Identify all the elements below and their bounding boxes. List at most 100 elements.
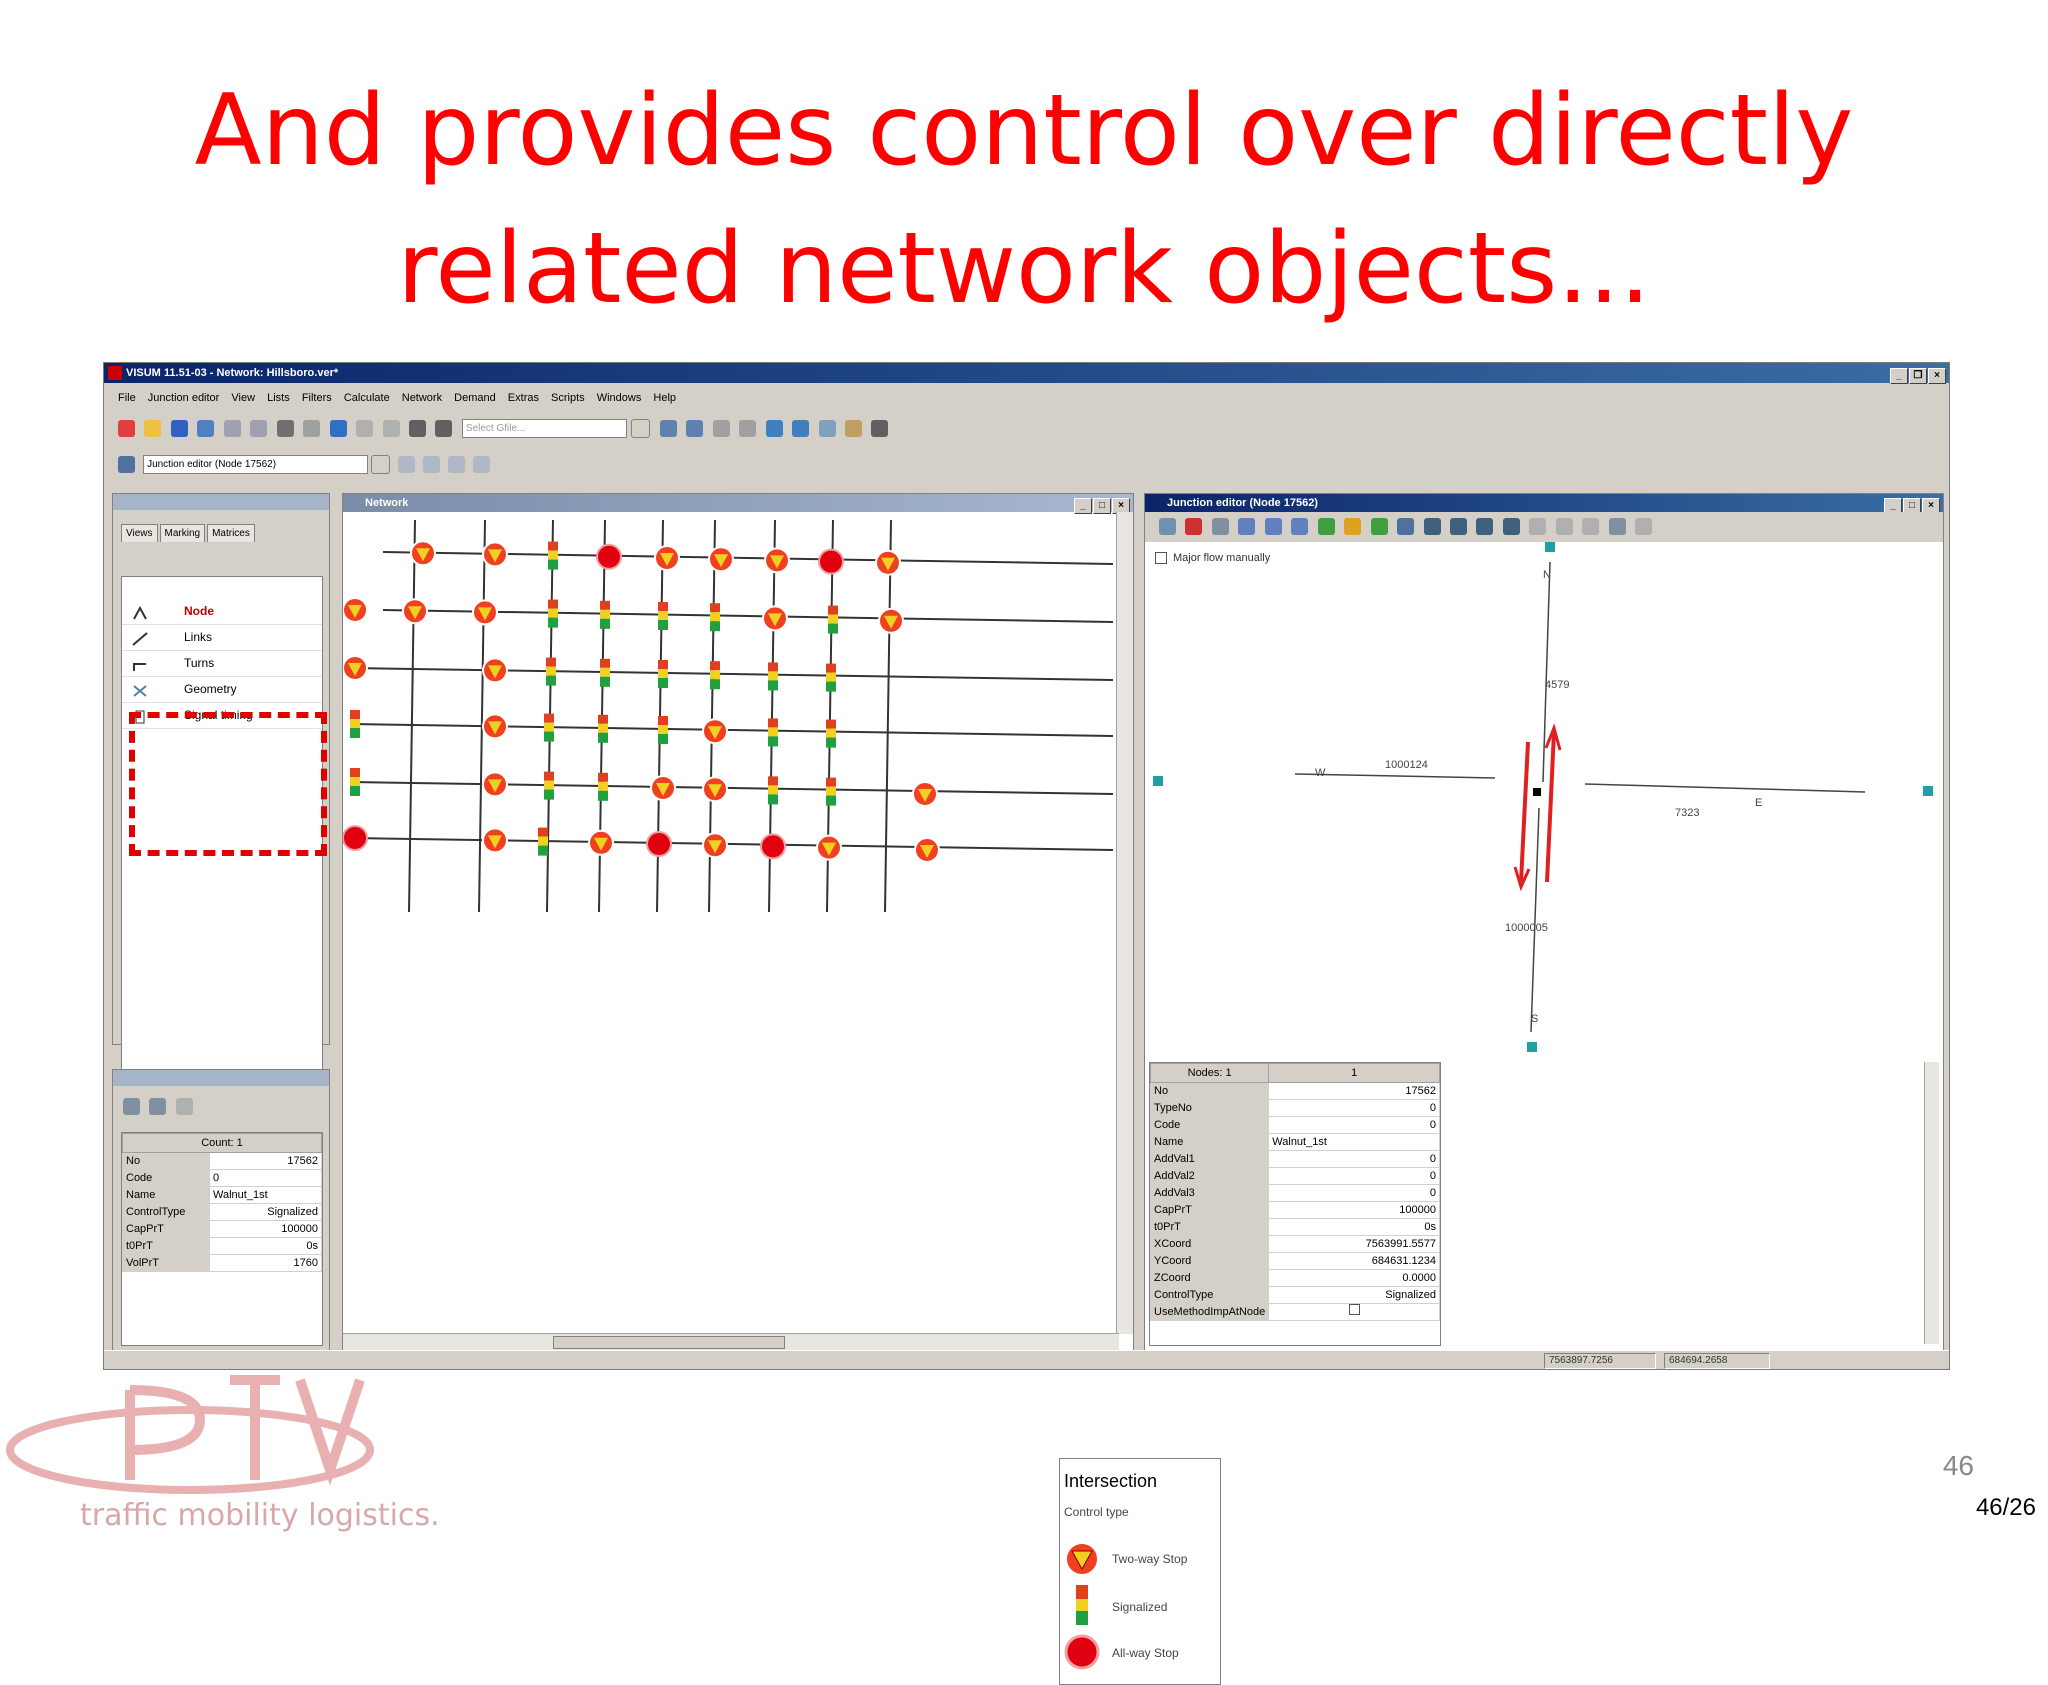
hand-icon[interactable] — [792, 420, 810, 437]
scrollbar-thumb[interactable] — [553, 1336, 785, 1349]
nav-item-turns[interactable]: Turns — [122, 651, 322, 677]
table-row[interactable]: XCoord 7563991.5577 — [1149, 1235, 1440, 1253]
network-titlebar[interactable]: Network _ □ × — [343, 494, 1133, 514]
signalized-icon[interactable] — [548, 541, 558, 570]
two-way-stop-icon[interactable] — [410, 540, 436, 567]
select-icon[interactable] — [408, 420, 426, 437]
two-way-stop-icon[interactable] — [816, 834, 842, 861]
menu-file[interactable]: File — [118, 392, 136, 404]
signalized-icon[interactable] — [710, 603, 720, 632]
signalized-icon[interactable] — [826, 663, 836, 692]
signalized-icon[interactable] — [710, 661, 720, 690]
zoom-out-icon[interactable] — [686, 420, 704, 437]
menu-view[interactable]: View — [231, 392, 255, 404]
je-tool-19[interactable] — [1635, 518, 1653, 536]
find-icon[interactable] — [276, 420, 294, 437]
two-way-stop-icon[interactable] — [343, 597, 368, 623]
je-tool-10[interactable] — [1397, 518, 1415, 536]
je-tool-15[interactable] — [1529, 518, 1547, 536]
menu-extras[interactable]: Extras — [508, 392, 539, 404]
two-way-stop-icon[interactable] — [914, 837, 940, 863]
two-way-stop-icon[interactable] — [708, 546, 734, 573]
refresh-icon[interactable] — [818, 420, 836, 437]
je-tool-14[interactable] — [1502, 518, 1520, 536]
two-way-stop-icon[interactable] — [472, 599, 498, 626]
print-icon[interactable] — [303, 420, 321, 437]
signalized-icon[interactable] — [350, 710, 360, 738]
signalized-icon[interactable] — [544, 771, 554, 800]
table-row[interactable]: UseMethodImpAtNode — [1149, 1303, 1440, 1321]
signalized-icon[interactable] — [826, 719, 836, 748]
all-way-stop-icon[interactable] — [760, 833, 786, 860]
signalized-icon[interactable] — [538, 827, 548, 856]
signalized-icon[interactable] — [546, 657, 556, 686]
signalized-icon[interactable] — [350, 768, 360, 796]
table-row[interactable]: TypeNo 0 — [1149, 1099, 1440, 1117]
new-icon[interactable] — [118, 420, 135, 437]
quick-view-tool-2[interactable] — [149, 1098, 167, 1116]
quick-view-tool-1[interactable] — [123, 1098, 140, 1116]
signalized-icon[interactable] — [548, 599, 558, 628]
forward-icon[interactable] — [739, 420, 757, 437]
combo-chevron-icon[interactable] — [371, 455, 391, 474]
two-way-stop-icon[interactable] — [654, 545, 680, 571]
junction-editor-titlebar[interactable]: Junction editor (Node 17562) _ □ × — [1145, 494, 1943, 514]
two-way-stop-icon[interactable] — [482, 771, 508, 798]
signalized-icon[interactable] — [658, 716, 668, 744]
undo-icon[interactable] — [223, 420, 241, 437]
tab-views[interactable]: Views — [121, 524, 158, 542]
menu-calculate[interactable]: Calculate — [344, 392, 390, 404]
je-tool-12[interactable] — [1449, 518, 1467, 536]
road-link[interactable] — [408, 519, 416, 913]
table-row[interactable]: AddVal2 0 — [1149, 1167, 1440, 1185]
signalized-icon[interactable] — [600, 658, 610, 687]
table-row[interactable]: t0PrT 0s — [1149, 1218, 1440, 1236]
je-tool-1[interactable] — [1159, 518, 1176, 536]
signalized-icon[interactable] — [600, 600, 610, 629]
nav-item-links[interactable]: Links — [122, 625, 322, 651]
open-icon[interactable] — [144, 420, 162, 437]
two-way-stop-icon[interactable] — [482, 657, 508, 684]
menu-lists[interactable]: Lists — [267, 392, 290, 404]
two-way-stop-icon[interactable] — [482, 713, 508, 740]
road-link[interactable] — [350, 781, 1113, 795]
table-row[interactable]: ControlType Signalized — [122, 1203, 322, 1221]
signalized-icon[interactable] — [658, 602, 668, 630]
menu-demand[interactable]: Demand — [454, 392, 496, 404]
je-tool-3[interactable] — [1211, 518, 1229, 536]
list-icon[interactable] — [356, 420, 374, 437]
signalized-icon[interactable] — [598, 772, 608, 801]
table-row[interactable]: AddVal3 0 — [1149, 1184, 1440, 1202]
two-way-stop-icon[interactable] — [343, 655, 368, 681]
menu-scripts[interactable]: Scripts — [551, 392, 585, 404]
tab-matrices[interactable]: Matrices — [207, 524, 255, 542]
pan-icon[interactable] — [765, 420, 783, 437]
nav-item-geometry[interactable]: Geometry — [122, 677, 322, 703]
menu-windows[interactable]: Windows — [597, 392, 642, 404]
tab-marking[interactable]: Marking — [159, 524, 206, 542]
two-way-stop-icon[interactable] — [702, 832, 728, 859]
west-node-icon[interactable] — [1153, 776, 1163, 786]
south-node-icon[interactable] — [1527, 1042, 1537, 1052]
je-tool-17[interactable] — [1582, 518, 1600, 536]
all-way-stop-icon[interactable] — [596, 543, 622, 570]
je-tool-16[interactable] — [1555, 518, 1573, 536]
je-tool-11[interactable] — [1423, 518, 1441, 536]
junction-node-icon[interactable] — [1533, 788, 1541, 796]
two-way-stop-icon[interactable] — [482, 827, 508, 854]
signalized-icon[interactable] — [768, 776, 778, 805]
je-tool-7[interactable] — [1317, 518, 1335, 536]
edit-icon[interactable] — [844, 420, 862, 437]
save-all-icon[interactable] — [197, 420, 215, 437]
signalized-icon[interactable] — [826, 777, 836, 806]
close-icon[interactable]: × — [1928, 368, 1946, 384]
filter-icon[interactable] — [435, 420, 453, 437]
minimize-icon[interactable]: _ — [1890, 368, 1908, 384]
je-tool-6[interactable] — [1291, 518, 1309, 536]
road-link[interactable] — [884, 519, 892, 913]
quick-view-tool-3[interactable] — [175, 1098, 193, 1116]
table-icon[interactable] — [382, 420, 400, 437]
table-row[interactable]: No 17562 — [122, 1152, 322, 1170]
table-row[interactable]: ZCoord 0.0000 — [1149, 1269, 1440, 1287]
je-tool-4[interactable] — [1238, 518, 1256, 536]
